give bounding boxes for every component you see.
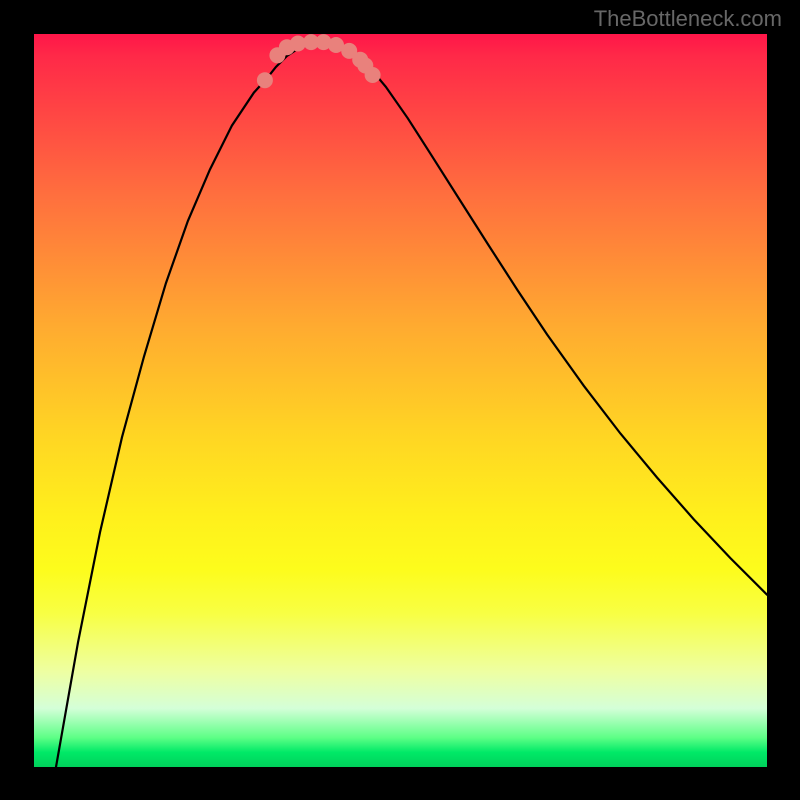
chart-plot-area (34, 34, 767, 767)
chart-markers (257, 34, 381, 88)
chart-marker (365, 67, 381, 83)
watermark-text: TheBottleneck.com (594, 6, 782, 32)
chart-main-curve (56, 43, 767, 767)
chart-marker (257, 72, 273, 88)
chart-curve-svg (34, 34, 767, 767)
